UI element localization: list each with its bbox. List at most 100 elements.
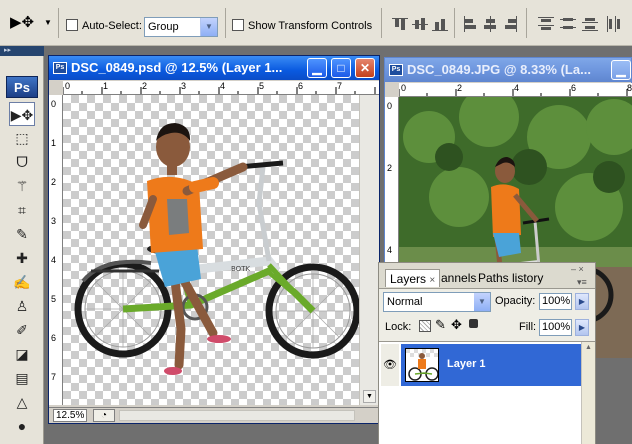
layer-visibility-eye-icon[interactable]: 👁	[381, 344, 399, 386]
chevron-down-icon: ▼	[200, 18, 217, 36]
tab-layers-label: Layers	[390, 272, 427, 286]
lock-image-brush-icon[interactable]: ✎	[435, 317, 446, 333]
horizontal-scrollbar[interactable]	[119, 410, 355, 421]
blur-tool-icon[interactable]: △	[9, 390, 35, 414]
layers-scrollbar[interactable]: ▲	[581, 342, 595, 444]
toolbox-grip[interactable]: ▸▸	[0, 46, 44, 56]
crop-tool-icon[interactable]: ⌗	[9, 198, 35, 222]
ruler-label: 0	[51, 99, 57, 109]
divider	[454, 8, 455, 38]
chevron-down-icon: ▼	[474, 293, 490, 311]
lasso-tool-icon[interactable]: ᗜ	[9, 150, 35, 174]
vertical-scrollbar[interactable]: ▼	[359, 95, 379, 405]
ruler-label: 6	[51, 333, 57, 343]
scroll-up-arrow[interactable]: ▲	[583, 344, 594, 355]
ruler-ticks	[399, 89, 628, 96]
tool-preset-dropdown-icon[interactable]: ▼	[44, 18, 52, 27]
photoshop-logo[interactable]: Ps	[6, 76, 38, 98]
options-bar: ▶✥ ▼ Auto-Select: Group ▼ Show Transform…	[0, 0, 632, 46]
align-horizontal-center-icon[interactable]	[482, 16, 498, 32]
fill-field[interactable]: 100%	[539, 319, 572, 336]
magic-wand-tool-icon[interactable]: ⚚	[9, 174, 35, 198]
brush-tool-icon[interactable]: ✍	[9, 270, 35, 294]
ruler-label: 2	[387, 163, 393, 173]
gradient-tool-icon[interactable]: ▤	[9, 366, 35, 390]
zoom-level-field[interactable]: 12.5%	[53, 409, 87, 422]
toolbox: ▸▸ Ps ▶✥ ⬚ ᗜ ⚚ ⌗ ✎ ✚ ✍ ♙ ✐ ◪ ▤ △ ●	[0, 46, 44, 444]
align-vertical-center-icon[interactable]	[412, 16, 428, 32]
vertical-ruler[interactable]: 0 1 2 3 4 5 6 7	[49, 95, 63, 405]
close-icon[interactable]: ×	[429, 275, 435, 286]
auto-select-checkbox[interactable]	[66, 19, 78, 31]
lock-transparency-icon[interactable]	[419, 320, 431, 332]
opacity-label: Opacity:	[495, 295, 536, 307]
layer-thumbnail	[405, 348, 439, 382]
marquee-tool-icon[interactable]: ⬚	[9, 126, 35, 150]
ruler-label: 3	[51, 216, 57, 226]
fill-label: Fill:	[519, 321, 537, 333]
move-tool-preset-icon[interactable]: ▶✥	[10, 13, 34, 31]
minimize-button[interactable]: ▁	[307, 58, 327, 78]
show-transform-checkbox[interactable]	[232, 19, 244, 31]
document-titlebar[interactable]: Ps DSC_0849.psd @ 12.5% (Layer 1...	[49, 56, 379, 80]
lock-position-move-icon[interactable]: ✥	[451, 317, 462, 333]
dodge-tool-icon[interactable]: ●	[9, 414, 35, 438]
auto-select-value: Group	[148, 21, 179, 33]
document-canvas[interactable]: BOTK	[63, 95, 359, 405]
layers-list: 👁 Layer 1 ▲	[379, 341, 595, 444]
show-transform-label: Show Transform Controls	[248, 20, 373, 32]
history-brush-tool-icon[interactable]: ✐	[9, 318, 35, 342]
minimize-button[interactable]: ▁	[611, 60, 631, 80]
clone-stamp-tool-icon[interactable]: ♙	[9, 294, 35, 318]
eyedropper-tool-icon[interactable]: ✎	[9, 222, 35, 246]
divider	[381, 8, 382, 38]
close-button[interactable]: ✕	[355, 58, 375, 78]
distribute-left-icon[interactable]	[606, 16, 622, 32]
align-top-icon[interactable]	[392, 16, 408, 32]
distribute-bottom-icon[interactable]	[582, 16, 598, 32]
distribute-top-icon[interactable]	[538, 16, 554, 32]
maximize-button[interactable]: □	[331, 58, 351, 78]
divider	[58, 8, 59, 38]
healing-brush-tool-icon[interactable]: ✚	[9, 246, 35, 270]
panel-collapse-icon[interactable]: – ×	[571, 264, 584, 274]
tab-history[interactable]: listory	[508, 269, 547, 287]
scroll-down-arrow[interactable]: ▼	[363, 390, 376, 403]
document-status-bar: 12.5% ◔	[49, 407, 379, 423]
ruler-label: 1	[51, 138, 57, 148]
align-right-icon[interactable]	[502, 16, 518, 32]
tab-layers[interactable]: Layers ×	[385, 269, 441, 287]
move-tool-icon[interactable]: ▶✥	[9, 102, 35, 126]
ruler-label: 7	[51, 372, 57, 382]
align-bottom-icon[interactable]	[432, 16, 448, 32]
eraser-tool-icon[interactable]: ◪	[9, 342, 35, 366]
document-titlebar[interactable]: Ps DSC_0849.JPG @ 8.33% (La...	[385, 58, 631, 82]
tab-paths[interactable]: Paths	[474, 269, 513, 287]
ruler-ticks	[63, 87, 376, 94]
auto-select-label: Auto-Select:	[82, 20, 142, 32]
distribute-vertical-center-icon[interactable]	[560, 16, 576, 32]
align-left-icon[interactable]	[462, 16, 478, 32]
lock-all-padlock-icon[interactable]	[469, 319, 478, 328]
lock-label: Lock:	[385, 321, 412, 333]
panel-menu-icon[interactable]: ▾≡	[577, 277, 587, 288]
fill-slider-arrow[interactable]: ▶	[575, 319, 589, 336]
horizontal-ruler[interactable]: 0 2 4 6 8	[399, 83, 632, 97]
ruler-label: 2	[51, 177, 57, 187]
layer-name: Layer 1	[447, 358, 486, 370]
boy-on-bicycle-image: BOTK	[74, 123, 359, 375]
layers-panel: Layers × annels Paths listory – × ▾≡ Nor…	[378, 262, 596, 444]
document-title: DSC_0849.JPG @ 8.33% (La...	[407, 62, 591, 77]
photoshop-doc-icon: Ps	[389, 64, 403, 76]
horizontal-ruler[interactable]: 0 1 2 3 4 5 6 7	[63, 81, 379, 95]
opacity-slider-arrow[interactable]: ▶	[575, 293, 589, 310]
blend-mode-value: Normal	[387, 296, 423, 308]
status-menu-icon[interactable]: ◔	[93, 409, 115, 422]
ruler-label: 0	[387, 101, 393, 111]
ruler-label: 5	[51, 294, 57, 304]
layer-row-selected[interactable]: Layer 1	[401, 344, 581, 386]
auto-select-dropdown[interactable]: Group ▼	[144, 17, 218, 37]
blend-mode-dropdown[interactable]: Normal ▼	[383, 292, 491, 312]
photoshop-doc-icon: Ps	[53, 62, 67, 74]
opacity-field[interactable]: 100%	[539, 293, 572, 310]
